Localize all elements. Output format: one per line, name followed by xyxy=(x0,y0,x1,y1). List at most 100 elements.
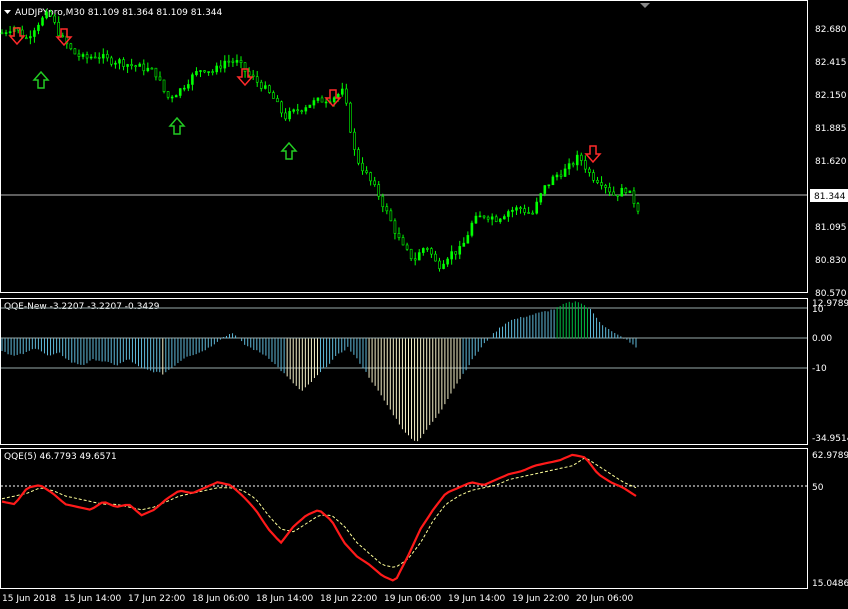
candle-body xyxy=(361,162,364,172)
candle-body xyxy=(604,185,607,188)
candle-body xyxy=(29,36,32,39)
time-label: 15 Jun 14:00 xyxy=(64,594,121,604)
axis-label: 15.0486 xyxy=(812,579,848,589)
candle-body xyxy=(207,71,210,73)
price-axis: 82.680 82.415 82.150 81.885 81.620 81.34… xyxy=(814,25,847,299)
candle-body xyxy=(211,71,214,73)
candle-body xyxy=(563,168,567,177)
candle-body xyxy=(369,172,372,182)
qqe-panel[interactable] xyxy=(0,448,808,589)
scroll-marker-icon[interactable] xyxy=(640,3,650,8)
candle-body xyxy=(523,208,526,213)
candle-body xyxy=(142,63,146,72)
candle-body xyxy=(126,64,129,67)
candle-body xyxy=(624,187,628,193)
candle-body xyxy=(122,59,125,67)
candle-body xyxy=(446,258,449,265)
candle-body xyxy=(454,251,458,255)
candle-body xyxy=(150,67,154,70)
candle-body xyxy=(158,76,162,81)
sell-arrow-icon xyxy=(584,145,602,164)
candle-body xyxy=(130,64,133,66)
candle-body xyxy=(381,195,385,208)
time-label: 18 Jun 14:00 xyxy=(256,594,313,604)
axis-label: 0.00 xyxy=(812,334,832,344)
candle-body xyxy=(616,194,620,197)
candle-body xyxy=(77,53,81,57)
trading-chart-canvas[interactable]: AUDJPYpro,M30 81.109 81.364 81.109 81.34… xyxy=(0,0,848,609)
candle-body xyxy=(592,172,595,181)
qqe-new-panel[interactable] xyxy=(0,298,808,445)
qqe-signal-line xyxy=(1,457,637,568)
candle-body xyxy=(567,163,571,170)
candle-body xyxy=(430,248,433,255)
candle-body xyxy=(178,88,182,96)
candle-body xyxy=(519,207,522,209)
candle-body xyxy=(280,101,283,114)
candle-body xyxy=(535,201,539,214)
candle-body xyxy=(215,65,219,73)
time-label: 15 Jun 2018 xyxy=(2,594,56,604)
candle-body xyxy=(571,163,575,166)
time-label: 17 Jun 22:00 xyxy=(128,594,185,604)
candle-body xyxy=(584,160,587,170)
candle-body xyxy=(389,210,393,222)
candle-body xyxy=(316,97,320,101)
candle-body xyxy=(490,216,494,220)
candle-body xyxy=(45,11,48,19)
signal-arrows xyxy=(8,27,602,164)
candle-body xyxy=(268,85,271,93)
candle-body xyxy=(579,154,583,161)
candle-body xyxy=(162,79,166,92)
price-label: 80.570 xyxy=(815,289,847,299)
candle-body xyxy=(628,190,632,193)
candle-body xyxy=(195,71,198,76)
time-label: 19 Jun 22:00 xyxy=(512,594,569,604)
candle-body xyxy=(288,111,291,120)
main-price-panel[interactable] xyxy=(0,0,808,293)
candle-body xyxy=(69,43,73,50)
candle-body xyxy=(0,32,4,35)
candle-body xyxy=(478,215,482,218)
candle-body xyxy=(255,76,259,83)
candle-body xyxy=(539,193,543,203)
candle-body xyxy=(276,98,279,103)
candle-body xyxy=(154,67,158,78)
price-candles xyxy=(0,8,640,272)
axis-label: -10 xyxy=(812,364,827,374)
candle-body xyxy=(417,252,421,261)
candle-body xyxy=(575,154,579,166)
candle-body xyxy=(53,15,56,23)
candle-body xyxy=(81,54,85,57)
price-label: 81.885 xyxy=(815,124,847,134)
chart-menu-triangle-icon[interactable] xyxy=(4,10,11,14)
candle-body xyxy=(401,237,405,246)
candle-body xyxy=(57,21,61,37)
candle-body xyxy=(146,67,150,72)
candle-body xyxy=(191,74,194,85)
axis-label: -34.9514 xyxy=(812,434,848,444)
qqe-axis: 62.9789 50 15.0486 xyxy=(812,451,848,589)
candle-body xyxy=(134,65,137,67)
candle-body xyxy=(421,248,425,253)
candle-body xyxy=(632,190,636,204)
candle-body xyxy=(588,168,591,173)
qqe-title: QQE(5) 46.7793 49.6571 xyxy=(4,452,117,462)
candle-body xyxy=(434,253,437,262)
candle-body xyxy=(438,260,441,269)
qqe-new-axis: 12.9789 10 0.00 -10 -34.9514 xyxy=(812,299,848,444)
candle-body xyxy=(308,104,312,108)
candle-body xyxy=(515,207,518,211)
candle-body xyxy=(25,37,28,40)
candle-body xyxy=(462,242,466,247)
candle-body xyxy=(547,184,551,187)
candle-body xyxy=(353,131,356,150)
candle-body xyxy=(385,206,389,212)
candle-body xyxy=(320,97,324,103)
candle-body xyxy=(292,109,295,112)
candle-body xyxy=(486,216,490,220)
candle-body xyxy=(373,180,376,185)
axis-label: 10 xyxy=(812,305,824,315)
qqe-new-histogram xyxy=(1,301,637,442)
candle-body xyxy=(377,184,381,197)
